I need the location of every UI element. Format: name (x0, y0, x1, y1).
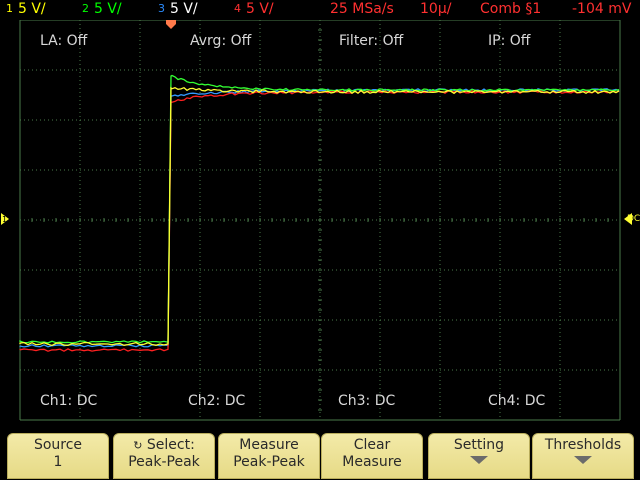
trigger-level[interactable]: -104 mV (572, 0, 631, 18)
ch3-scale[interactable]: 3 5 V/ (158, 0, 198, 18)
trigger-mode[interactable]: Comb §1 (480, 0, 541, 18)
submenu-arrow-icon (574, 456, 592, 464)
clear-label: Clear (354, 437, 391, 453)
dc-marker: DC (624, 213, 640, 225)
averaging-status: Avrg: Off (190, 33, 251, 49)
select-value: Peak-Peak (114, 454, 214, 471)
ip-status: IP: Off (488, 33, 530, 49)
thresholds-label: Thresholds (545, 437, 621, 453)
softkey-bar: Source 1 ↻ Select: Peak-Peak Measure Pea… (0, 425, 640, 480)
ch2-coupling: Ch2: DC (188, 393, 245, 409)
ch2-trace (20, 76, 619, 343)
thresholds-softkey[interactable]: Thresholds (532, 433, 634, 479)
select-softkey[interactable]: ↻ Select: Peak-Peak (113, 433, 215, 479)
waveform-display: 1 DC (0, 20, 640, 425)
ch2-number: 2 (82, 2, 89, 15)
timebase[interactable]: 10µ/ (420, 0, 451, 18)
rotate-knob-icon: ↻ (133, 439, 142, 452)
ch3-number: 3 (158, 2, 165, 15)
submenu-arrow-icon (470, 456, 488, 464)
measure-softkey[interactable]: Measure Peak-Peak (218, 433, 320, 479)
ch4-scale-label: 5 V/ (246, 1, 274, 17)
ch1-number: 1 (6, 2, 13, 15)
status-bar: 1 5 V/ 2 5 V/ 3 5 V/ 4 5 V/ 25 MSa/s 10µ/ Co… (0, 0, 640, 20)
clear-measure-softkey[interactable]: Clear Measure (321, 433, 423, 479)
dc-marker-label: DC (627, 214, 640, 224)
la-status: LA: Off (40, 33, 87, 49)
ch3-scale-label: 5 V/ (170, 1, 198, 17)
ch4-scale[interactable]: 4 5 V/ (234, 0, 274, 18)
trigger-position-marker[interactable] (166, 20, 176, 29)
sample-rate: 25 MSa/s (330, 0, 394, 18)
measure-value: Peak-Peak (219, 454, 319, 471)
setting-softkey[interactable]: Setting (428, 433, 530, 479)
filter-status: Filter: Off (339, 33, 403, 49)
ground-marker-label: 1 (2, 215, 7, 224)
measure-label: Measure (239, 437, 299, 453)
clear-value: Measure (322, 454, 422, 471)
source-label: Source (34, 437, 82, 453)
ch1-ground-marker[interactable]: 1 (1, 213, 9, 225)
source-value: 1 (8, 454, 108, 471)
ch2-scale[interactable]: 2 5 V/ (82, 0, 122, 18)
ch1-scale[interactable]: 1 5 V/ (6, 0, 46, 18)
ch1-coupling: Ch1: DC (40, 393, 97, 409)
setting-label: Setting (454, 437, 504, 453)
ch4-coupling: Ch4: DC (488, 393, 545, 409)
graticule (20, 20, 620, 420)
select-label: Select: (147, 437, 195, 453)
ch4-number: 4 (234, 2, 241, 15)
ch2-scale-label: 5 V/ (94, 1, 122, 17)
source-softkey[interactable]: Source 1 (7, 433, 109, 479)
ch1-scale-label: 5 V/ (18, 1, 46, 17)
ch3-coupling: Ch3: DC (338, 393, 395, 409)
